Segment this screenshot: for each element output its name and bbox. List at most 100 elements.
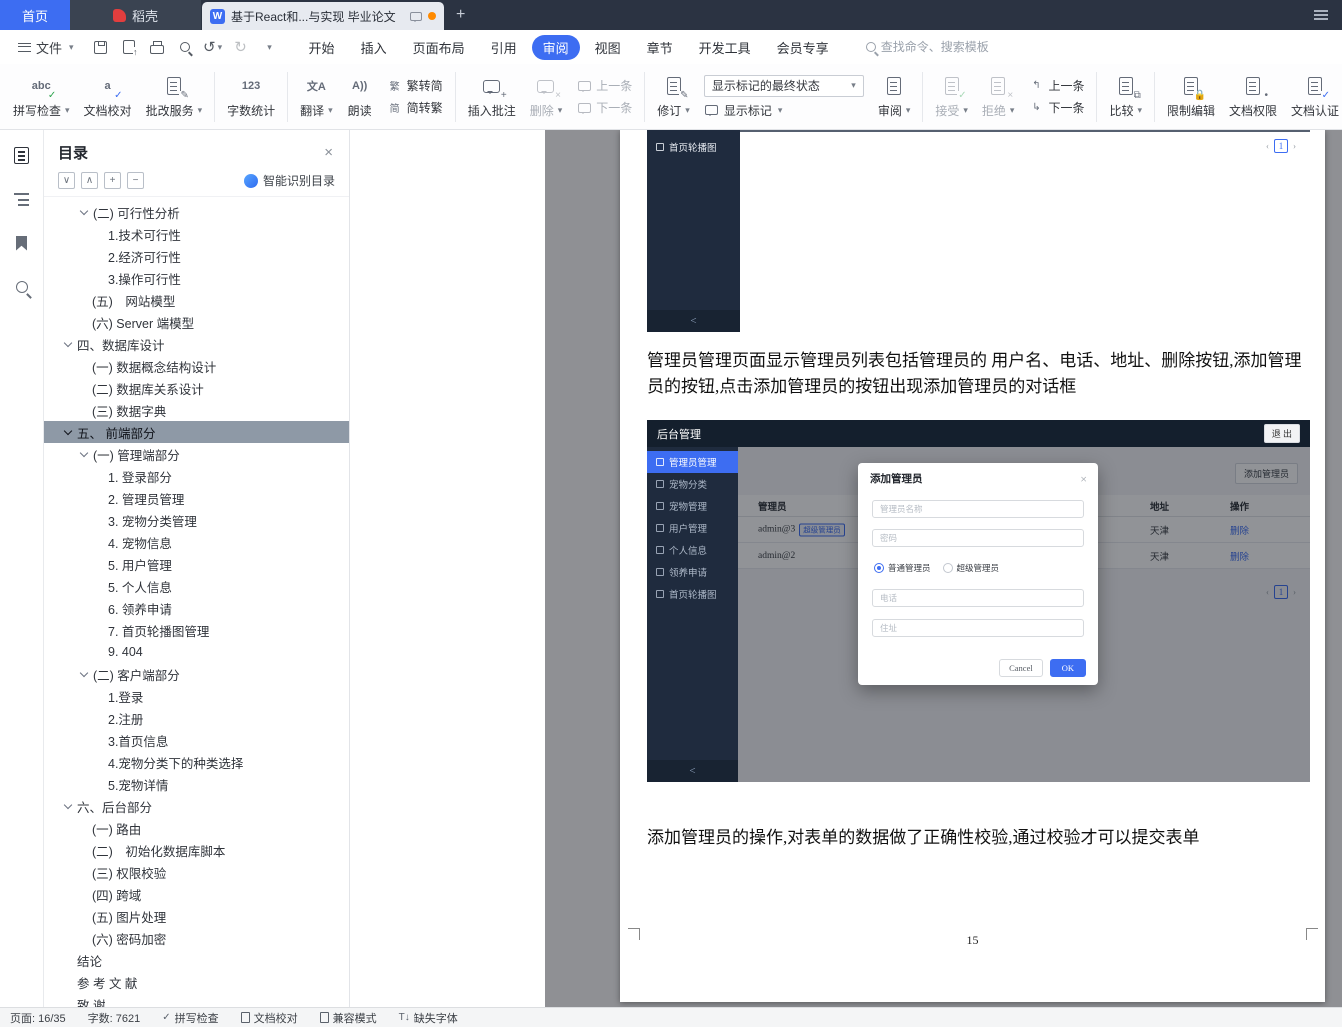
toc-item[interactable]: (五) 网站模型: [44, 289, 349, 311]
trad-to-simp-button[interactable]: 繁繁转简: [387, 77, 443, 94]
toc-item[interactable]: (二) 客户端部分: [44, 663, 349, 685]
document-tab[interactable]: W 基于React和...与实现 毕业论文: [202, 2, 444, 30]
grading-service-button[interactable]: ✎ 批改服务 ▾: [139, 70, 210, 123]
tab-member[interactable]: 会员专享: [766, 35, 840, 60]
toc-item[interactable]: 结论: [44, 949, 349, 971]
next-comment-button[interactable]: 下一条: [576, 99, 632, 116]
toolbar-more-button[interactable]: ▾: [256, 35, 282, 59]
toc-item[interactable]: 4.宠物分类下的种类选择: [44, 751, 349, 773]
toc-item[interactable]: 2.注册: [44, 707, 349, 729]
undo-button[interactable]: ↺ ▾: [200, 35, 226, 59]
toc-item[interactable]: (六) Server 端模型: [44, 311, 349, 333]
search-input[interactable]: [880, 40, 1021, 54]
read-aloud-button[interactable]: A)) 朗读: [340, 70, 380, 123]
show-markup-button[interactable]: 显示标记 ▾: [704, 102, 864, 119]
toc-item[interactable]: 致 谢: [44, 993, 349, 1008]
toc-item[interactable]: 1. 登录部分: [44, 465, 349, 487]
export-button[interactable]: [116, 35, 142, 59]
collapse-all-button[interactable]: ∧: [81, 172, 98, 189]
document-page[interactable]: 首页轮播图 < ‹ 1 › 管理员管理页面显示管理员列表包括管理员的 用户名、电…: [620, 130, 1325, 1002]
track-changes-button[interactable]: ✎ 修订 ▾: [650, 70, 697, 123]
toc-item[interactable]: 4. 宠物信息: [44, 531, 349, 553]
reject-button[interactable]: × 拒绝 ▾: [975, 70, 1022, 123]
toc-item[interactable]: (一) 管理端部分: [44, 443, 349, 465]
close-icon[interactable]: ×: [324, 145, 333, 160]
compare-button[interactable]: ⧉ 比较 ▾: [1102, 70, 1149, 123]
translate-button[interactable]: 文A 翻译 ▾: [293, 70, 340, 123]
tab-view[interactable]: 视图: [584, 35, 632, 60]
tab-review[interactable]: 审阅: [531, 34, 580, 60]
toc-item[interactable]: 3. 宠物分类管理: [44, 509, 349, 531]
toc-item[interactable]: (二) 初始化数据库脚本: [44, 839, 349, 861]
find-panel-button[interactable]: [11, 276, 33, 298]
toc-item[interactable]: 参 考 文 献: [44, 971, 349, 993]
prev-change-button[interactable]: ↰ 上一条: [1028, 77, 1084, 94]
toc-item[interactable]: 5. 用户管理: [44, 553, 349, 575]
spell-check-button[interactable]: abc ✓ 拼写检查 ▾: [6, 70, 77, 123]
doc-proof-button[interactable]: a ✓ 文档校对: [77, 70, 139, 123]
toc-item[interactable]: (三) 权限校验: [44, 861, 349, 883]
redo-button[interactable]: ↻: [228, 35, 254, 59]
toc-item[interactable]: (四) 跨域: [44, 883, 349, 905]
toc-item[interactable]: 2. 管理员管理: [44, 487, 349, 509]
file-menu-button[interactable]: 文件 ▾: [10, 38, 82, 57]
document-area[interactable]: 首页轮播图 < ‹ 1 › 管理员管理页面显示管理员列表包括管理员的 用户名、电…: [350, 130, 1342, 1007]
toc-item[interactable]: (二) 数据库关系设计: [44, 377, 349, 399]
toc-item[interactable]: 四、数据库设计: [44, 333, 349, 355]
tab-section[interactable]: 章节: [636, 35, 684, 60]
doc-permission-button[interactable]: • 文档权限: [1222, 70, 1284, 123]
toc-item[interactable]: 6. 领养申请: [44, 597, 349, 619]
command-search[interactable]: [865, 40, 1021, 54]
restrict-edit-button[interactable]: 🔒 限制编辑: [1160, 70, 1222, 123]
toc-item[interactable]: (六) 密码加密: [44, 927, 349, 949]
delete-comment-button[interactable]: × 删除 ▾: [523, 70, 570, 123]
markup-state-select[interactable]: 显示标记的最终状态 ▾: [703, 74, 864, 97]
print-button[interactable]: [144, 35, 170, 59]
spell-check-status[interactable]: ✓ 拼写检查: [162, 1010, 218, 1026]
window-menu-button[interactable]: [1314, 0, 1342, 30]
toc-item[interactable]: (一) 数据概念结构设计: [44, 355, 349, 377]
accept-button[interactable]: ✓ 接受 ▾: [928, 70, 975, 123]
tab-insert[interactable]: 插入: [350, 35, 398, 60]
smart-recognize-button[interactable]: 智能识别目录: [243, 172, 335, 189]
toc-item[interactable]: 1.技术可行性: [44, 223, 349, 245]
toc-item[interactable]: 5. 个人信息: [44, 575, 349, 597]
prev-comment-button[interactable]: 上一条: [576, 77, 632, 94]
docer-tab[interactable]: 稻壳: [70, 0, 202, 30]
toc-item[interactable]: 5.宠物详情: [44, 773, 349, 795]
toc-item[interactable]: 9. 404: [44, 641, 349, 663]
doc-cert-button[interactable]: ✓ 文档认证: [1284, 70, 1342, 123]
tab-page-layout[interactable]: 页面布局: [402, 35, 476, 60]
toc-item[interactable]: 7. 首页轮播图管理: [44, 619, 349, 641]
print-preview-button[interactable]: [172, 35, 198, 59]
word-count-button[interactable]: 123 字数统计: [220, 70, 282, 123]
toc-item[interactable]: 2.经济可行性: [44, 245, 349, 267]
document-canvas[interactable]: 首页轮播图 < ‹ 1 › 管理员管理页面显示管理员列表包括管理员的 用户名、电…: [545, 130, 1342, 1007]
tab-dev-tools[interactable]: 开发工具: [688, 35, 762, 60]
insert-comment-button[interactable]: + 插入批注: [461, 70, 523, 123]
page-indicator[interactable]: 页面: 16/35: [10, 1010, 66, 1026]
toc-item[interactable]: (三) 数据字典: [44, 399, 349, 421]
word-count-indicator[interactable]: 字数: 7621: [88, 1010, 141, 1026]
review-button[interactable]: 审阅 ▾: [871, 70, 918, 123]
home-tab[interactable]: 首页: [0, 0, 70, 30]
toc-item[interactable]: (一) 路由: [44, 817, 349, 839]
doc-proof-status[interactable]: 文档校对: [240, 1010, 298, 1026]
toc-item[interactable]: 3.操作可行性: [44, 267, 349, 289]
save-button[interactable]: [88, 35, 114, 59]
simp-to-trad-button[interactable]: 简简转繁: [387, 99, 443, 116]
outline-panel-button[interactable]: [11, 144, 33, 166]
new-tab-button[interactable]: +: [444, 0, 477, 30]
next-change-button[interactable]: ↳ 下一条: [1028, 99, 1084, 116]
missing-font-status[interactable]: T↓ 缺失字体: [399, 1010, 458, 1026]
toc-item[interactable]: 3.首页信息: [44, 729, 349, 751]
zoom-out-button[interactable]: −: [127, 172, 144, 189]
toc-item[interactable]: 六、后台部分: [44, 795, 349, 817]
expand-all-button[interactable]: ∨: [58, 172, 75, 189]
zoom-in-button[interactable]: +: [104, 172, 121, 189]
structure-panel-button[interactable]: [11, 188, 33, 210]
tab-start[interactable]: 开始: [298, 35, 346, 60]
bookmark-panel-button[interactable]: [11, 232, 33, 254]
compat-mode-status[interactable]: 兼容模式: [319, 1010, 377, 1026]
tab-references[interactable]: 引用: [480, 35, 528, 60]
